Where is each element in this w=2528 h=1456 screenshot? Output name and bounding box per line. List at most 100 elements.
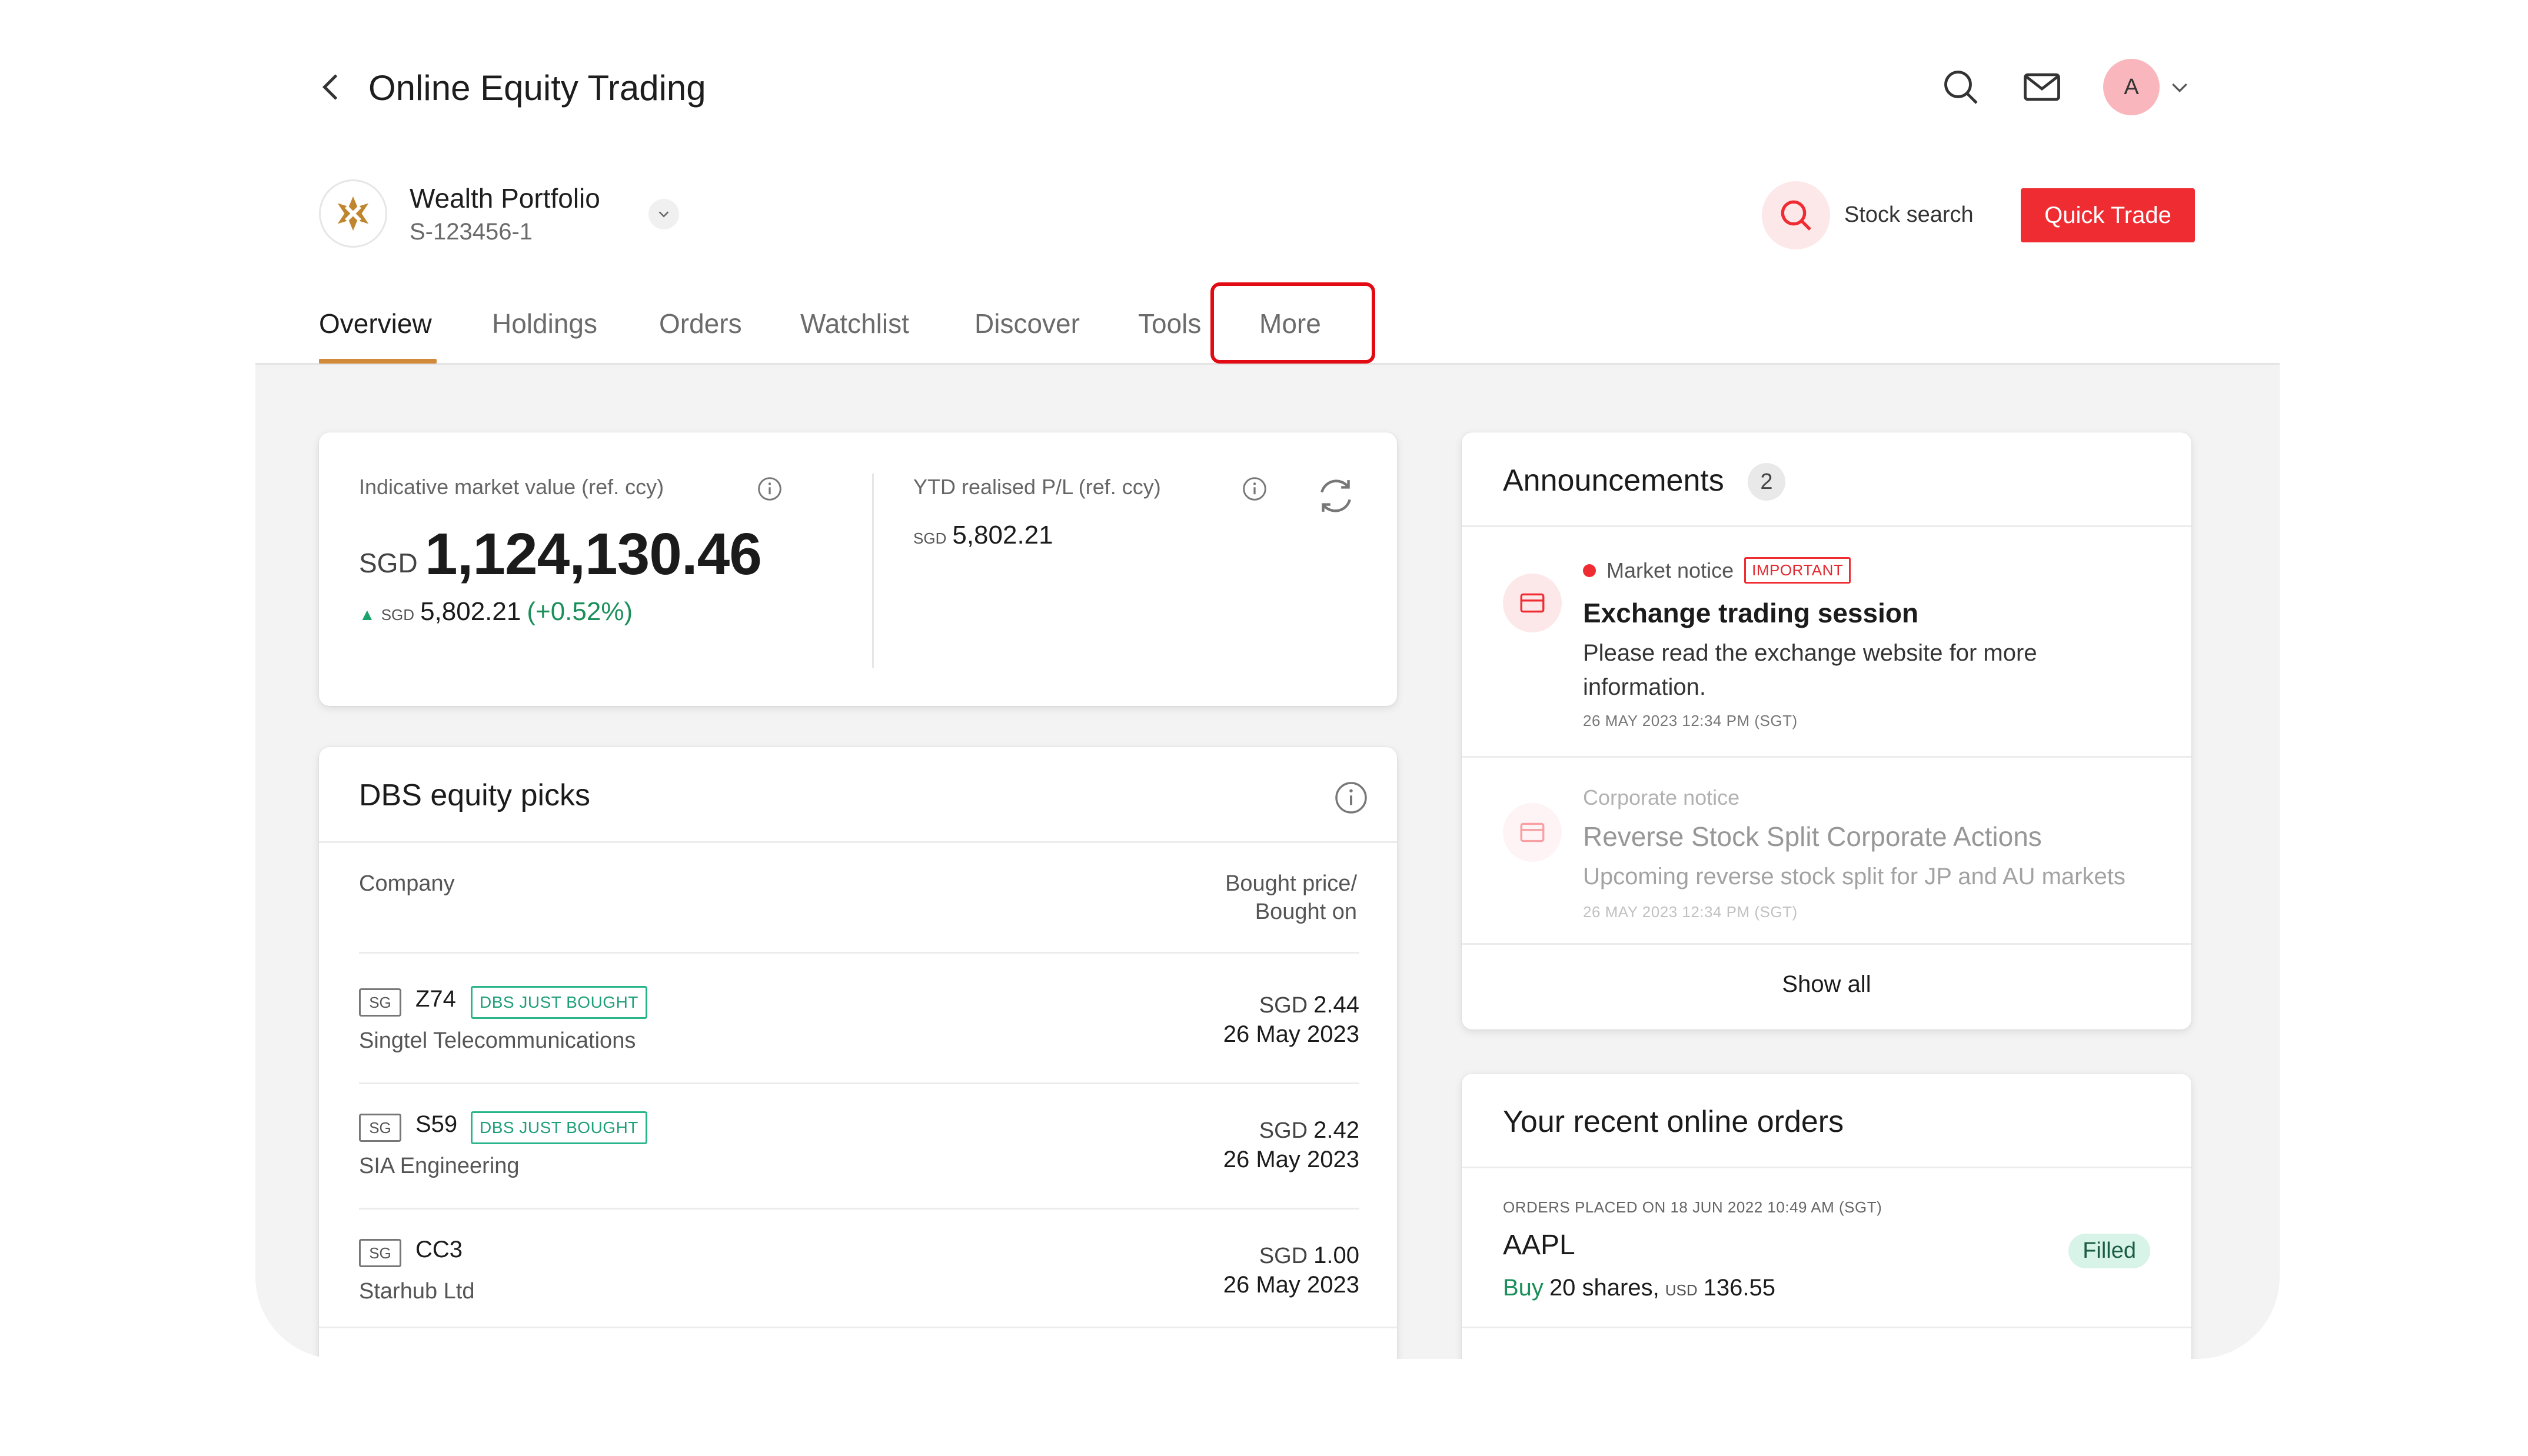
divider bbox=[1462, 1327, 2191, 1328]
bought-date: 26 May 2023 bbox=[1223, 1021, 1359, 1047]
search-icon bbox=[1781, 200, 1811, 231]
price-value: 2.44 bbox=[1313, 992, 1359, 1018]
refresh-icon[interactable] bbox=[1313, 474, 1358, 518]
tab-discover[interactable]: Discover bbox=[974, 306, 1080, 341]
tab-watchlist[interactable]: Watchlist bbox=[800, 306, 909, 341]
divider bbox=[1462, 756, 2191, 758]
dbs-star-icon bbox=[337, 196, 369, 231]
ytd-label: YTD realised P/L (ref. ccy) bbox=[913, 475, 1161, 499]
order-quantity: 20 shares, bbox=[1549, 1275, 1659, 1301]
divider bbox=[1462, 943, 2191, 945]
search-icon[interactable] bbox=[1940, 66, 1982, 108]
bought-price: SGD 1.00 bbox=[1259, 1242, 1359, 1269]
active-tab-indicator bbox=[319, 359, 437, 364]
market-value-currency: SGD bbox=[359, 548, 418, 578]
table-row[interactable]: SG Z74 DBS JUST BOUGHT Singtel Telecommu… bbox=[359, 959, 1359, 1082]
tab-orders[interactable]: Orders bbox=[659, 306, 742, 341]
chevron-down-icon[interactable] bbox=[2168, 75, 2191, 99]
change-percent: (+0.52%) bbox=[527, 597, 633, 626]
order-price: 136.55 bbox=[1703, 1275, 1775, 1301]
exchange-badge: SG bbox=[359, 1239, 401, 1267]
change-currency: SGD bbox=[381, 606, 415, 624]
order-side: Buy bbox=[1503, 1275, 1544, 1301]
company-name: Singtel Telecommunications bbox=[359, 1028, 636, 1053]
divider bbox=[872, 474, 874, 668]
ytd-currency: SGD bbox=[913, 529, 947, 547]
portfolio-name[interactable]: Wealth Portfolio bbox=[410, 182, 600, 214]
announcements-card: Announcements 2 Market notice IMPORTANT … bbox=[1462, 432, 2191, 1029]
tab-tools[interactable]: Tools bbox=[1138, 306, 1201, 341]
equity-picks-title: DBS equity picks bbox=[359, 778, 591, 812]
show-all-link[interactable]: Show all bbox=[1462, 971, 2191, 998]
portfolio-switch-button[interactable] bbox=[648, 199, 679, 229]
announcement-type: Market notice bbox=[1606, 558, 1734, 582]
info-icon[interactable] bbox=[757, 476, 783, 502]
notice-icon bbox=[1503, 803, 1562, 862]
announcement-title: Exchange trading session bbox=[1583, 598, 1919, 628]
unread-dot-icon bbox=[1583, 564, 1596, 577]
divider bbox=[319, 1327, 1397, 1328]
market-value-label: Indicative market value (ref. ccy) bbox=[359, 475, 664, 499]
recent-orders-title: Your recent online orders bbox=[1503, 1105, 1844, 1139]
divider bbox=[359, 952, 1359, 954]
divider bbox=[1462, 525, 2191, 527]
announcements-title: Announcements bbox=[1503, 464, 1724, 498]
order-symbol: AAPL bbox=[1503, 1230, 1575, 1261]
order-detail: Buy 20 shares, USD 136.55 bbox=[1503, 1275, 1775, 1301]
announcement-meta: Market notice IMPORTANT bbox=[1583, 557, 1851, 584]
ticker: Z74 bbox=[415, 986, 456, 1012]
equity-picks-card: DBS equity picks Company Bought price/ B… bbox=[319, 747, 1397, 1359]
ticker: CC3 bbox=[415, 1237, 463, 1262]
market-value-amount: 1,124,130.46 bbox=[425, 521, 762, 587]
portfolio-logo-icon bbox=[319, 179, 387, 248]
change-value: 5,802.21 bbox=[420, 597, 521, 626]
announcements-count-badge: 2 bbox=[1748, 463, 1785, 501]
bought-date: 26 May 2023 bbox=[1223, 1147, 1359, 1172]
announcement-body: Please read the exchange website for mor… bbox=[1583, 640, 2037, 700]
company-name: SIA Engineering bbox=[359, 1154, 520, 1178]
market-value-change: ▲ SGD 5,802.21 (+0.52%) bbox=[359, 597, 633, 627]
order-meta: ORDERS PLACED ON 18 JUN 2022 10:49 AM (S… bbox=[1503, 1198, 1882, 1216]
column-header-line: Bought price/ bbox=[1225, 871, 1357, 896]
notice-icon bbox=[1503, 574, 1562, 632]
announcement-time: 26 MAY 2023 12:34 PM (SGT) bbox=[1583, 712, 1798, 729]
stock-search-button[interactable] bbox=[1762, 181, 1830, 249]
divider bbox=[1462, 1167, 2191, 1168]
tab-overview[interactable]: Overview bbox=[319, 306, 432, 341]
price-currency: SGD bbox=[1259, 993, 1308, 1018]
avatar[interactable]: A bbox=[2103, 59, 2160, 115]
exchange-badge: SG bbox=[359, 988, 401, 1017]
ticker: S59 bbox=[415, 1111, 458, 1137]
stage: Online Equity Trading A Wealth Portfolio… bbox=[0, 0, 2528, 1456]
back-chevron-icon[interactable] bbox=[314, 69, 350, 105]
announcement-title: Reverse Stock Split Corporate Actions bbox=[1583, 821, 2042, 852]
announcement-time: 26 MAY 2023 12:34 PM (SGT) bbox=[1583, 903, 1798, 921]
announcement-meta: Corporate notice bbox=[1583, 785, 1739, 810]
notice-card-icon bbox=[1520, 593, 1545, 613]
price-currency: SGD bbox=[1259, 1118, 1308, 1143]
price-currency: SGD bbox=[1259, 1244, 1308, 1268]
recent-orders-card: Your recent online orders ORDERS PLACED … bbox=[1462, 1074, 2191, 1359]
info-icon[interactable] bbox=[1242, 476, 1268, 502]
company-name: Starhub Ltd bbox=[359, 1279, 475, 1304]
app-window: Online Equity Trading A Wealth Portfolio… bbox=[255, 0, 2280, 1359]
dbs-just-bought-badge: DBS JUST BOUGHT bbox=[471, 986, 647, 1019]
announcement-body: Upcoming reverse stock split for JP and … bbox=[1583, 864, 2125, 889]
info-icon[interactable] bbox=[1333, 780, 1369, 815]
table-row[interactable]: SG S59 DBS JUST BOUGHT SIA Engineering S… bbox=[359, 1084, 1359, 1208]
order-status-badge: Filled bbox=[2068, 1234, 2150, 1268]
divider bbox=[319, 841, 1397, 843]
order-currency: USD bbox=[1665, 1281, 1698, 1299]
quick-trade-button[interactable]: Quick Trade bbox=[2021, 188, 2195, 242]
ytd-amount: 5,802.21 bbox=[952, 521, 1053, 549]
important-tag: IMPORTANT bbox=[1744, 557, 1851, 584]
bought-price: SGD 2.42 bbox=[1259, 1117, 1359, 1144]
market-value-card: Indicative market value (ref. ccy) SGD 1… bbox=[319, 432, 1397, 706]
column-header-company: Company bbox=[359, 871, 455, 896]
tab-holdings[interactable]: Holdings bbox=[492, 306, 597, 341]
mail-icon[interactable] bbox=[2021, 66, 2063, 108]
table-row[interactable]: SG CC3 Starhub Ltd SGD 1.00 26 May 2023 bbox=[359, 1210, 1359, 1333]
ytd-value: SGD 5,802.21 bbox=[913, 521, 1053, 550]
stock-search-label[interactable]: Stock search bbox=[1844, 202, 1974, 228]
price-value: 2.42 bbox=[1313, 1117, 1359, 1143]
